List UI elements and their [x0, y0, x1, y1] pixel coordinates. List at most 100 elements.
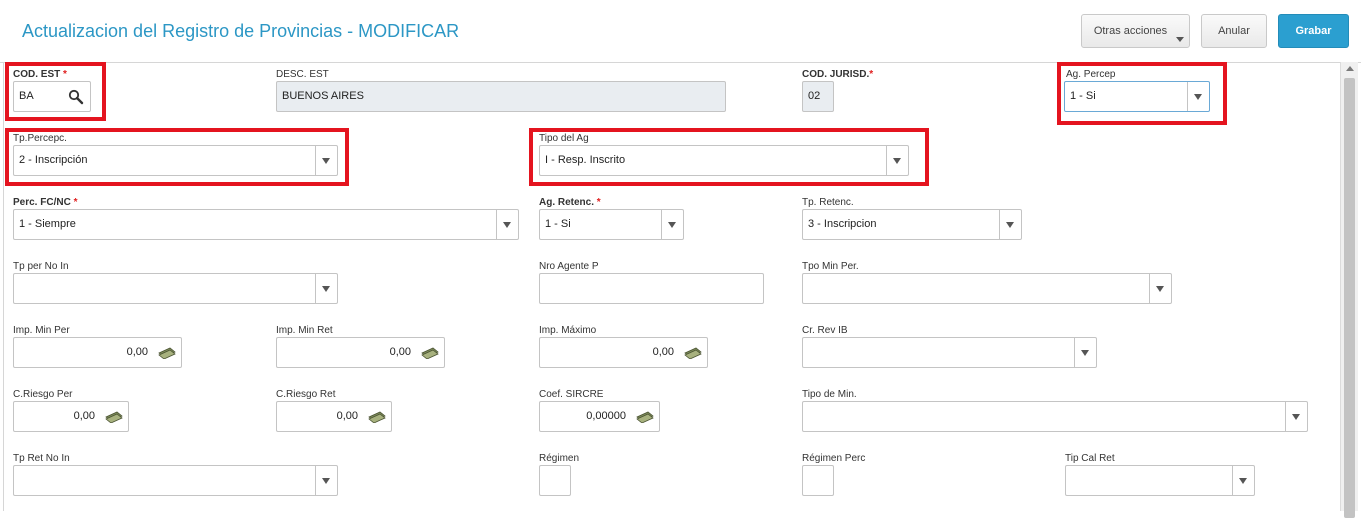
- ag-retenc-value: 1 - Si: [545, 218, 571, 230]
- imp-min-per-value: 0,00: [126, 346, 148, 358]
- regimen-perc-label: Régimen Perc: [802, 453, 866, 464]
- money-icon[interactable]: [636, 411, 654, 423]
- cod-jurisd-input: 02: [802, 81, 834, 112]
- regimen-label: Régimen: [539, 453, 580, 464]
- tp-per-no-in-select[interactable]: [13, 273, 338, 304]
- page-title: Actualizacion del Registro de Provincias…: [22, 21, 460, 41]
- tipo-ag-label: Tipo del Ag: [539, 133, 589, 144]
- dropdown-button[interactable]: [1074, 338, 1096, 367]
- money-icon[interactable]: [158, 347, 176, 359]
- ag-percep-label: Ag. Percep: [1066, 69, 1116, 80]
- tp-percepc-select[interactable]: 2 - Inscripción: [13, 145, 338, 176]
- chevron-down-icon: [1292, 414, 1300, 420]
- coef-sircre-label: Coef. SIRCRE: [539, 389, 604, 400]
- imp-maximo-input[interactable]: 0,00: [539, 337, 708, 368]
- c-riesgo-per-input[interactable]: 0,00: [13, 401, 129, 432]
- more-actions-label: Otras acciones: [1093, 25, 1168, 37]
- desc-est-input: BUENOS AIRES: [276, 81, 726, 112]
- desc-est-label: DESC. EST: [276, 69, 329, 80]
- chevron-down-icon: [1239, 478, 1247, 484]
- caret-down-icon: [1176, 37, 1184, 42]
- imp-min-ret-label: Imp. Min Ret: [276, 325, 333, 336]
- dropdown-button[interactable]: [1285, 402, 1307, 431]
- imp-min-ret-value: 0,00: [389, 346, 411, 358]
- dropdown-button[interactable]: [1232, 466, 1254, 495]
- money-icon[interactable]: [421, 347, 439, 359]
- money-icon[interactable]: [684, 347, 702, 359]
- coef-sircre-value: 0,00000: [586, 410, 626, 422]
- dropdown-button[interactable]: [315, 146, 337, 175]
- dropdown-button[interactable]: [315, 274, 337, 303]
- money-icon[interactable]: [105, 411, 123, 423]
- regimen-perc-input[interactable]: [802, 465, 834, 496]
- chevron-down-icon: [503, 222, 511, 228]
- scroll-up-icon[interactable]: [1346, 66, 1354, 71]
- dropdown-button[interactable]: [1187, 82, 1209, 111]
- tp-ret-no-in-label: Tp Ret No In: [13, 453, 70, 464]
- imp-min-per-input[interactable]: 0,00: [13, 337, 182, 368]
- tp-percepc-value: 2 - Inscripción: [19, 154, 88, 166]
- dropdown-button[interactable]: [886, 146, 908, 175]
- tipo-de-min-select[interactable]: [802, 401, 1308, 432]
- c-riesgo-per-label: C.Riesgo Per: [13, 389, 73, 400]
- more-actions-button[interactable]: Otras acciones: [1081, 14, 1190, 48]
- cod-jurisd-value: 02: [808, 90, 821, 102]
- dropdown-button[interactable]: [661, 210, 683, 239]
- cod-est-input[interactable]: BA: [13, 81, 91, 112]
- chevron-down-icon: [322, 478, 330, 484]
- imp-min-ret-input[interactable]: 0,00: [276, 337, 445, 368]
- c-riesgo-ret-input[interactable]: 0,00: [276, 401, 392, 432]
- tip-cal-ret-label: Tip Cal Ret: [1065, 453, 1115, 464]
- dropdown-button[interactable]: [496, 210, 518, 239]
- dropdown-button[interactable]: [1149, 274, 1171, 303]
- scrollbar[interactable]: [1340, 62, 1358, 518]
- cr-rev-ib-select[interactable]: [802, 337, 1097, 368]
- coef-sircre-input[interactable]: 0,00000: [539, 401, 660, 432]
- tp-retenc-value: 3 - Inscripcion: [808, 218, 877, 230]
- tpo-min-per-label: Tpo Min Per.: [802, 261, 859, 272]
- perc-fcnc-value: 1 - Siempre: [19, 218, 76, 230]
- tipo-ag-select[interactable]: I - Resp. Inscrito: [539, 145, 909, 176]
- perc-fcnc-select[interactable]: 1 - Siempre: [13, 209, 519, 240]
- c-riesgo-ret-value: 0,00: [336, 410, 358, 422]
- cr-rev-ib-label: Cr. Rev IB: [802, 325, 848, 336]
- tp-retenc-select[interactable]: 3 - Inscripcion: [802, 209, 1022, 240]
- tip-cal-ret-select[interactable]: [1065, 465, 1255, 496]
- dropdown-button[interactable]: [315, 466, 337, 495]
- tpo-min-per-select[interactable]: [802, 273, 1172, 304]
- nro-agente-p-input[interactable]: [539, 273, 764, 304]
- ag-retenc-select[interactable]: 1 - Si: [539, 209, 684, 240]
- dropdown-button[interactable]: [999, 210, 1021, 239]
- scroll-thumb[interactable]: [1344, 78, 1355, 518]
- tipo-de-min-label: Tipo de Min.: [802, 389, 857, 400]
- ag-percep-select[interactable]: 1 - Si: [1064, 81, 1210, 112]
- chevron-down-icon: [322, 286, 330, 292]
- money-icon[interactable]: [368, 411, 386, 423]
- cancel-button[interactable]: Anular: [1201, 14, 1267, 48]
- chevron-down-icon: [893, 158, 901, 164]
- cod-jurisd-label: COD. JURISD.*: [802, 69, 874, 80]
- search-icon[interactable]: [68, 89, 84, 105]
- nro-agente-p-label: Nro Agente P: [539, 261, 599, 272]
- page-header: Actualizacion del Registro de Provincias…: [0, 0, 1361, 63]
- imp-maximo-label: Imp. Máximo: [539, 325, 597, 336]
- imp-min-per-label: Imp. Min Per: [13, 325, 70, 336]
- ag-retenc-label: Ag. Retenc. *: [539, 197, 601, 208]
- c-riesgo-ret-label: C.Riesgo Ret: [276, 389, 336, 400]
- chevron-down-icon: [322, 158, 330, 164]
- chevron-down-icon: [668, 222, 676, 228]
- cod-est-label: COD. EST *: [13, 69, 67, 80]
- save-button[interactable]: Grabar: [1278, 14, 1349, 48]
- chevron-down-icon: [1081, 350, 1089, 356]
- regimen-input[interactable]: [539, 465, 571, 496]
- chevron-down-icon: [1194, 94, 1202, 100]
- c-riesgo-per-value: 0,00: [73, 410, 95, 422]
- cod-est-value: BA: [19, 90, 34, 102]
- desc-est-value: BUENOS AIRES: [282, 90, 364, 102]
- chevron-down-icon: [1156, 286, 1164, 292]
- tp-per-no-in-label: Tp per No In: [13, 261, 69, 272]
- imp-maximo-value: 0,00: [652, 346, 674, 358]
- tp-retenc-label: Tp. Retenc.: [802, 197, 854, 208]
- chevron-down-icon: [1006, 222, 1014, 228]
- tp-ret-no-in-select[interactable]: [13, 465, 338, 496]
